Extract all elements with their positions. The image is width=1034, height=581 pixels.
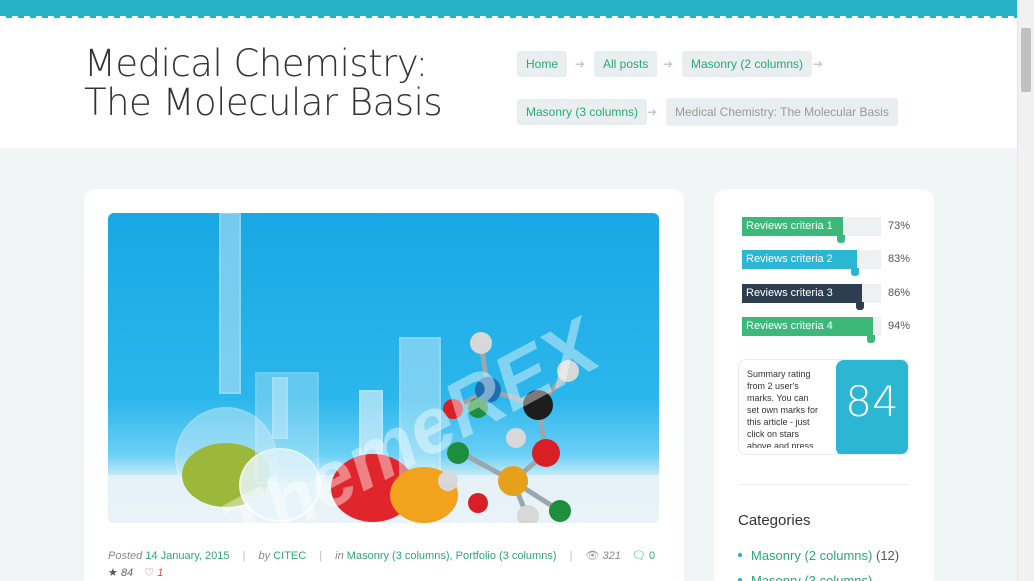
top-accent-bar: [0, 0, 1017, 18]
review-bar-fill: Reviews criteria 3: [742, 284, 864, 310]
arrow-right-icon: ➔: [647, 105, 658, 119]
review-bar-fill: Reviews criteria 4: [742, 317, 875, 343]
arrow-right-icon: ➔: [575, 57, 586, 71]
post-featured-image[interactable]: ThemeREX: [108, 213, 659, 523]
page-header: Medical Chemistry: The Molecular Basis: [0, 18, 1017, 148]
post-date-link[interactable]: 14 January, 2015: [145, 550, 229, 562]
rating-value: 84: [120, 567, 134, 579]
review-bar[interactable]: Reviews criteria 4: [742, 317, 881, 343]
summary-score: 84: [836, 360, 908, 454]
category-link[interactable]: Portfolio (3 columns): [456, 550, 557, 562]
bullet-icon: [738, 552, 742, 557]
comments-count[interactable]: 0: [649, 550, 655, 562]
page-scrollbar[interactable]: [1017, 0, 1034, 581]
review-criteria-label: Reviews criteria 1: [746, 220, 833, 232]
sidebar-divider: [738, 484, 909, 485]
page-title: Medical Chemistry: The Molecular Basis: [84, 42, 443, 124]
eye-icon: 👁: [585, 550, 600, 562]
in-label: in: [335, 550, 344, 562]
breadcrumb-masonry-3[interactable]: Masonry (3 columns): [517, 99, 648, 125]
review-criteria-label: Reviews criteria 4: [746, 320, 833, 332]
post-meta: Posted 14 January, 2015 | by CITEC | in …: [108, 549, 655, 562]
category-item-label[interactable]: Masonry (3 columns): [751, 573, 872, 581]
post-meta-second-row: ★ 84 ♡ 1: [108, 566, 163, 579]
comment-icon[interactable]: 🗨: [632, 550, 646, 562]
category-item[interactable]: Masonry (3 columns): [738, 573, 872, 581]
review-criteria-label: Reviews criteria 3: [746, 287, 833, 299]
views-count: 321: [602, 550, 621, 562]
scrollbar-thumb[interactable]: [1021, 28, 1031, 92]
meta-separator: |: [242, 550, 246, 562]
author-link[interactable]: CITEC: [273, 550, 306, 562]
breadcrumb-current: Medical Chemistry: The Molecular Basis: [666, 98, 898, 126]
star-icon: ★: [108, 567, 118, 579]
meta-separator: |: [319, 550, 323, 562]
posted-label: Posted: [108, 550, 143, 562]
category-item[interactable]: Masonry (2 columns) (12): [738, 548, 899, 563]
breadcrumb-masonry-2[interactable]: Masonry (2 columns): [682, 51, 813, 77]
meta-separator: |: [569, 550, 573, 562]
arrow-right-icon: ➔: [663, 57, 674, 71]
category-item-label[interactable]: Masonry (2 columns): [751, 548, 872, 563]
review-percent: 94%: [888, 320, 911, 332]
categories-title: Categories: [738, 512, 811, 529]
category-link[interactable]: Masonry (3 columns): [347, 550, 450, 562]
review-criteria-label: Reviews criteria 2: [746, 253, 833, 265]
by-label: by: [258, 550, 271, 562]
review-bar-fill: Reviews criteria 1: [742, 217, 845, 243]
review-bar-fill: Reviews criteria 2: [742, 250, 859, 276]
review-percent: 83%: [888, 253, 911, 265]
category-item-count: (12): [876, 548, 900, 563]
summary-text: Summary rating from 2 user's marks. You …: [747, 369, 819, 448]
review-bar[interactable]: Reviews criteria 1: [742, 217, 881, 243]
review-bar[interactable]: Reviews criteria 3: [742, 284, 881, 310]
review-bar[interactable]: Reviews criteria 2: [742, 250, 881, 276]
review-summary: Summary rating from 2 user's marks. You …: [738, 359, 909, 455]
heart-icon[interactable]: ♡: [144, 567, 154, 579]
category-comma: ,: [449, 550, 453, 562]
chemistry-illustration: ThemeREX: [108, 213, 659, 523]
breadcrumb-all-posts[interactable]: All posts: [594, 51, 658, 77]
review-percent: 73%: [888, 220, 911, 232]
likes-count[interactable]: 1: [157, 567, 163, 579]
arrow-right-icon: ➔: [813, 57, 824, 71]
bullet-icon: [738, 577, 742, 581]
breadcrumb-home[interactable]: Home: [517, 51, 568, 77]
review-percent: 86%: [888, 287, 911, 299]
